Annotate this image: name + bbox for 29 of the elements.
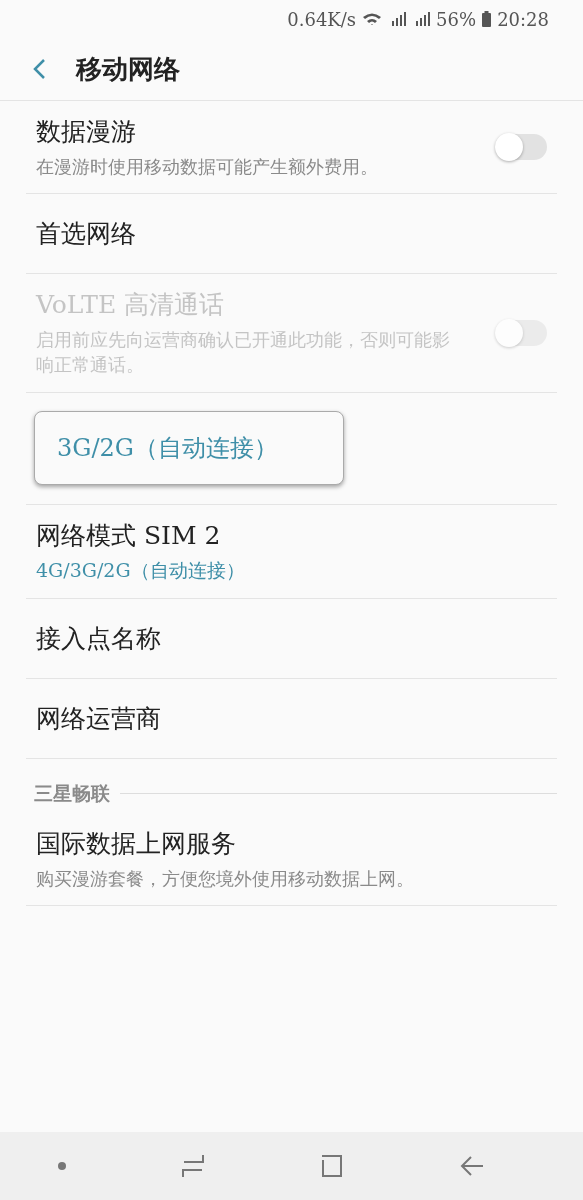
section-header: 三星畅联 [34,780,110,806]
dot-icon[interactable] [57,1162,66,1170]
settings-row[interactable]: 国际数据上网服务 购买漫游套餐，方便您境外使用移动数据上网。 [26,812,557,906]
dropdown-option[interactable]: 3G/2G（自动连接） [34,411,344,486]
wifi-icon [362,12,383,26]
settings-row[interactable]: 数据漫游 在漫游时使用移动数据可能产生额外费用。 [26,101,557,195]
back-icon[interactable] [459,1154,486,1178]
settings-row[interactable]: 网络模式 SIM 2 4G/3G/2G（自动连接） [26,504,557,599]
setting-description: 购买漫游套餐，方便您境外使用移动数据上网。 [36,866,414,891]
battery-icon [482,11,492,27]
settings-row[interactable]: 接入点名称 [26,598,557,679]
page-title: 移动网络 [76,52,180,86]
setting-title: 接入点名称 [36,622,161,655]
recent-apps-icon[interactable] [180,1154,205,1178]
toggle-switch[interactable] [495,134,547,161]
setting-title: 国际数据上网服务 [36,827,237,860]
settings-row[interactable]: 网络运营商 [26,678,557,759]
setting-title: 网络运营商 [36,702,161,735]
battery-percent: 56% [436,8,477,30]
network-speed: 0.64K/s [287,8,357,30]
setting-value: 4G/3G/2G（自动连接） [36,557,245,583]
back-icon[interactable] [32,58,46,80]
setting-title: 数据漫游 [36,116,137,148]
setting-title: 网络模式 SIM 2 [36,519,222,552]
settings-row[interactable]: 首选网络 [26,194,557,275]
setting-title: 首选网络 [36,218,136,251]
home-icon[interactable] [320,1154,345,1178]
setting-description: 在漫游时使用移动数据可能产生额外费用。 [36,155,378,179]
clock: 20:28 [497,8,549,30]
